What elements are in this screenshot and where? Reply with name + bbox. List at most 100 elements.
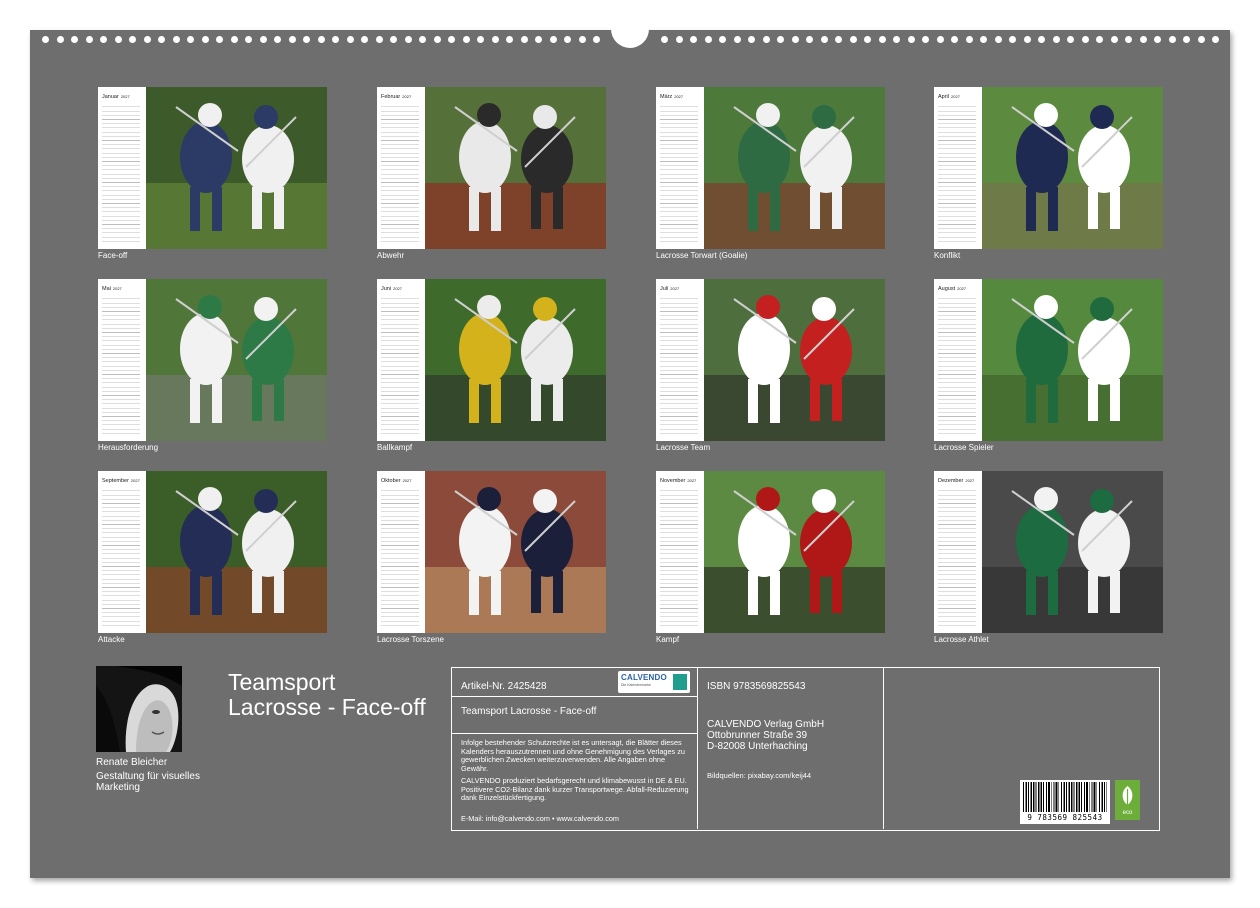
month-panel: Juli 2027: [656, 279, 885, 441]
binding-hole: [980, 36, 987, 43]
month-tile: Dezember 2027 Lacrosse Athlet: [934, 471, 1163, 645]
binding-hole: [390, 36, 397, 43]
calvendo-logo-word: CALVENDO: [621, 673, 667, 682]
binding-hole: [1168, 36, 1176, 43]
month-photo: [425, 279, 606, 441]
legal-notice: Infolge bestehender Schutzrechte ist es …: [461, 738, 685, 773]
binding-hole: [56, 36, 64, 43]
month-name: September: [102, 478, 129, 484]
month-year: 2027: [130, 478, 140, 483]
binding-hole: [1212, 36, 1219, 43]
month-panel: März 2027: [656, 87, 885, 249]
month-panel: Januar 2027: [98, 87, 327, 249]
calvendo-mark-icon: [673, 674, 687, 690]
binding-hole: [878, 36, 886, 43]
month-tile: September 2027 Attacke: [98, 471, 327, 645]
month-title: Mai 2027: [102, 286, 122, 292]
month-panel: September 2027: [98, 471, 327, 633]
month-day-lines: [381, 295, 419, 437]
month-panel: Dezember 2027: [934, 471, 1163, 633]
binding-hole: [661, 36, 668, 43]
binding-hole: [259, 36, 267, 43]
info-divider-1: [697, 668, 698, 829]
month-day-lines: [381, 487, 419, 629]
month-tile: Juni 2027 Ballkampf: [377, 279, 606, 453]
binding-hole: [375, 36, 383, 43]
month-year: 2027: [670, 286, 680, 291]
month-name: August: [938, 286, 956, 292]
month-day-lines: [660, 295, 698, 437]
article-number: Artikel-Nr. 2425428: [461, 681, 547, 692]
month-name: März: [660, 94, 673, 100]
binding-hole: [951, 36, 958, 43]
month-photo: [982, 87, 1163, 249]
month-year: 2027: [674, 94, 684, 99]
binding-hole: [216, 36, 223, 43]
month-tile: März 2027 Lacrosse Torwart (Goalie): [656, 87, 885, 261]
binding-hole: [1139, 36, 1147, 43]
month-calendar-strip: November 2027: [656, 471, 704, 633]
month-name: Mai: [102, 286, 111, 292]
month-caption: Attacke: [98, 635, 125, 644]
month-year: 2027: [402, 478, 412, 483]
month-year: 2027: [957, 286, 967, 291]
month-name: November: [660, 478, 686, 484]
binding-hole: [288, 36, 296, 43]
barcode-bars: [1023, 782, 1107, 812]
month-panel: November 2027: [656, 471, 885, 633]
month-caption: Lacrosse Team: [656, 443, 711, 452]
month-caption: Abwehr: [377, 251, 405, 260]
month-tile: Februar 2027 Abwehr: [377, 87, 606, 261]
month-photo: [704, 87, 885, 249]
binding-hole: [1197, 36, 1205, 43]
binding-hole: [71, 36, 78, 43]
binding-hole: [704, 36, 712, 43]
binding-hole: [564, 36, 571, 43]
month-name: Juni: [381, 286, 392, 292]
month-year: 2027: [951, 94, 960, 99]
binding-hole: [535, 36, 542, 43]
binding-hole: [1154, 36, 1161, 43]
binding-hole: [1023, 36, 1031, 43]
binding-hole: [506, 36, 513, 43]
month-title: Juni 2027: [381, 286, 402, 292]
binding-hole: [520, 36, 528, 43]
binding-hole: [448, 36, 455, 43]
binding-hole: [1096, 36, 1103, 43]
binding-hole: [85, 36, 93, 43]
binding-hole: [719, 36, 726, 43]
leaf-icon: [1122, 786, 1133, 806]
calendar-title: Teamsport Lacrosse - Face-off: [228, 669, 426, 720]
binding-hole: [806, 36, 813, 43]
month-day-lines: [102, 295, 140, 437]
binding-hole: [777, 36, 784, 43]
month-caption: Lacrosse Athlet: [934, 635, 989, 644]
month-title: März 2027: [660, 94, 683, 100]
month-panel: August 2027: [934, 279, 1163, 441]
month-panel: Februar 2027: [377, 87, 606, 249]
eco-badge: eco: [1115, 780, 1140, 820]
binding-hole: [332, 36, 339, 43]
info-hline-2: [452, 733, 697, 734]
author-name: Renate Bleicher: [96, 757, 168, 768]
month-name: Juli: [660, 286, 669, 292]
binding-hole: [245, 36, 252, 43]
month-caption: Lacrosse Torszene: [377, 635, 444, 644]
month-panel: Oktober 2027: [377, 471, 606, 633]
binding-hole: [100, 36, 107, 43]
binding-hole: [965, 36, 973, 43]
month-photo: [146, 471, 327, 633]
binding-hole: [1183, 36, 1190, 43]
binding-hole: [42, 36, 49, 43]
month-title: August 2027: [938, 286, 966, 292]
binding-hole: [187, 36, 194, 43]
month-day-lines: [381, 103, 419, 245]
barcode-number: 9 783569 825543: [1027, 813, 1103, 822]
month-title: Oktober 2027: [381, 478, 411, 484]
contact-line: E-Mail: info@calvendo.com • www.calvendo…: [461, 814, 619, 823]
binding-hole: [593, 36, 600, 43]
month-photo: [425, 87, 606, 249]
month-title: September 2027: [102, 478, 140, 484]
binding-hole: [748, 36, 755, 43]
month-caption: Lacrosse Spieler: [934, 443, 994, 452]
